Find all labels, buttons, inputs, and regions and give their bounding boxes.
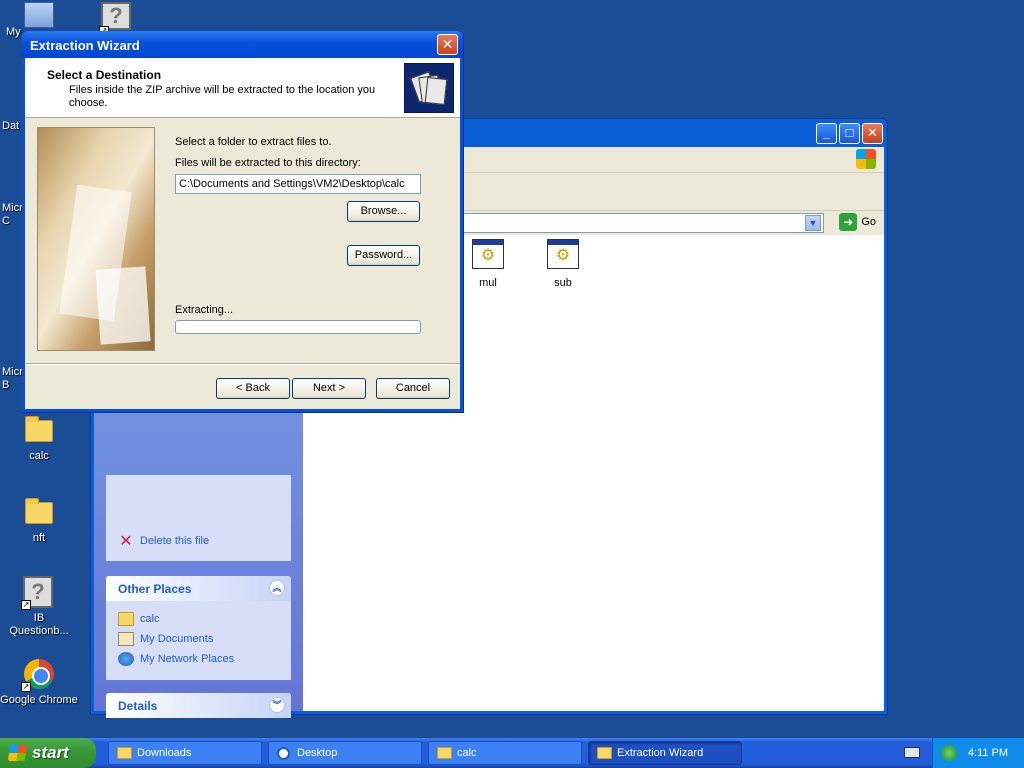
- chevron-down-icon[interactable]: ▼: [805, 215, 821, 231]
- header-title: Select a Destination: [47, 68, 162, 82]
- go-label: Go: [861, 216, 876, 228]
- desktop-icon: [277, 747, 290, 760]
- select-folder-text: Select a folder to extract files to.: [175, 136, 332, 148]
- expand-chevron-icon[interactable]: ︾: [269, 697, 285, 713]
- clock[interactable]: 4:11 PM: [968, 747, 1008, 759]
- other-place-label: My Documents: [140, 633, 214, 645]
- windows-logo-icon: [7, 745, 28, 761]
- file-label: sub: [554, 277, 572, 289]
- other-place-my-network-places[interactable]: My Network Places: [118, 649, 279, 669]
- extracting-label: Extracting...: [175, 304, 234, 316]
- desktop-icon-nft-folder[interactable]: nft: [0, 496, 78, 545]
- folder-icon: [597, 747, 612, 759]
- zip-folder-icon: [404, 63, 454, 113]
- directory-input[interactable]: C:\Documents and Settings\VM2\Desktop\ca…: [175, 174, 421, 194]
- wizard-title: Extraction Wizard: [30, 38, 140, 53]
- desktop-icon-calc-folder[interactable]: calc: [0, 414, 78, 463]
- close-button[interactable]: ✕: [862, 123, 883, 144]
- taskbar-button-label: Desktop: [297, 747, 338, 759]
- keyboard-icon[interactable]: [904, 747, 920, 758]
- start-label: start: [32, 743, 69, 762]
- wizard-titlebar[interactable]: Extraction Wizard ✕: [22, 31, 463, 58]
- my-documents-icon: [118, 632, 134, 646]
- unknown-file-icon: ? ↗: [99, 2, 133, 36]
- go-arrow-icon: ➜: [839, 213, 858, 231]
- windows-logo-icon: [856, 149, 876, 169]
- taskbar-button-label: Downloads: [137, 747, 192, 759]
- taskbar-button-label: Extraction Wizard: [617, 747, 704, 759]
- password-button[interactable]: Password...: [347, 245, 420, 266]
- taskbar-button-calc[interactable]: calc: [428, 741, 582, 765]
- taskbar: start Downloads Desktop calc Extraction …: [0, 738, 1024, 768]
- desktop-icon-google-chrome[interactable]: ↗ Google Chrome: [0, 658, 78, 707]
- shortcut-arrow-icon: ↗: [21, 600, 31, 610]
- taskbar-button-downloads[interactable]: Downloads: [108, 741, 262, 765]
- other-places-header[interactable]: Other Places ︽: [106, 576, 291, 601]
- collapse-chevron-icon[interactable]: ︽: [269, 580, 285, 596]
- shortcut-arrow-icon: ↗: [21, 682, 31, 692]
- delete-icon: ✕: [119, 533, 133, 550]
- folder-icon: [23, 496, 55, 528]
- taskbar-button-desktop[interactable]: Desktop: [268, 741, 422, 765]
- executable-icon: [547, 239, 579, 269]
- wizard-side-image: [37, 127, 155, 351]
- other-place-my-documents[interactable]: My Documents: [118, 629, 279, 649]
- other-places-panel: Other Places ︽ calc My Documents My Netw…: [106, 576, 291, 680]
- folder-icon: [437, 747, 452, 759]
- desktop-icon-label: IB Questionb...: [9, 612, 69, 637]
- taskbar-button-label: calc: [457, 747, 477, 759]
- minimize-button[interactable]: _: [816, 123, 837, 144]
- delete-label: Delete this file: [140, 535, 210, 547]
- other-places-title: Other Places: [118, 582, 192, 596]
- back-button[interactable]: < Back: [216, 378, 290, 399]
- folder-icon: [117, 747, 132, 759]
- close-button[interactable]: ✕: [437, 34, 458, 55]
- folder-icon: [118, 612, 134, 626]
- next-button[interactable]: Next >: [292, 378, 366, 399]
- details-title: Details: [118, 699, 158, 713]
- desktop-icon-ib-questionbank[interactable]: ? ↗ IB Questionb...: [0, 576, 78, 638]
- details-panel: Details ︾: [106, 693, 291, 718]
- cancel-button[interactable]: Cancel: [376, 378, 450, 399]
- network-status-icon[interactable]: [941, 745, 957, 761]
- wizard-header: Select a Destination Files inside the ZI…: [25, 58, 460, 118]
- header-description: Files inside the ZIP archive will be ext…: [69, 84, 376, 109]
- system-tray: 4:11 PM: [932, 738, 1024, 768]
- other-place-calc[interactable]: calc: [118, 609, 279, 629]
- file-label: mul: [479, 277, 497, 289]
- desktop-icon-label: Google Chrome: [0, 694, 78, 706]
- desktop-icon-label: calc: [29, 450, 49, 462]
- directory-label: Files will be extracted to this director…: [175, 157, 361, 169]
- details-header[interactable]: Details ︾: [106, 693, 291, 718]
- extraction-wizard-dialog: Extraction Wizard ✕ Select a Destination…: [22, 31, 463, 412]
- computer-icon: [24, 2, 54, 28]
- file-item-sub[interactable]: sub: [533, 239, 593, 289]
- network-icon: [118, 652, 134, 666]
- extraction-progress-bar: [175, 320, 421, 334]
- wizard-separator: [25, 363, 460, 365]
- other-place-label: My Network Places: [140, 653, 235, 665]
- window-controls: _ □ ✕: [816, 123, 883, 144]
- unknown-file-icon: ? ↗: [21, 576, 55, 610]
- file-item-mul[interactable]: mul: [458, 239, 518, 289]
- go-button[interactable]: ➜ Go: [839, 213, 876, 231]
- executable-icon: [472, 239, 504, 269]
- maximize-button[interactable]: □: [839, 123, 860, 144]
- chrome-icon: ↗: [21, 658, 55, 692]
- other-place-label: calc: [140, 613, 160, 625]
- delete-file-link[interactable]: ✕ Delete this file: [118, 531, 209, 551]
- browse-button[interactable]: Browse...: [347, 201, 420, 222]
- start-button[interactable]: start: [0, 738, 96, 768]
- taskbar-button-extraction-wizard[interactable]: Extraction Wizard: [588, 741, 742, 765]
- desktop-icon-label: nft: [32, 532, 46, 544]
- folder-icon: [23, 414, 55, 446]
- file-tasks-panel: ✕ Delete this file: [106, 475, 291, 561]
